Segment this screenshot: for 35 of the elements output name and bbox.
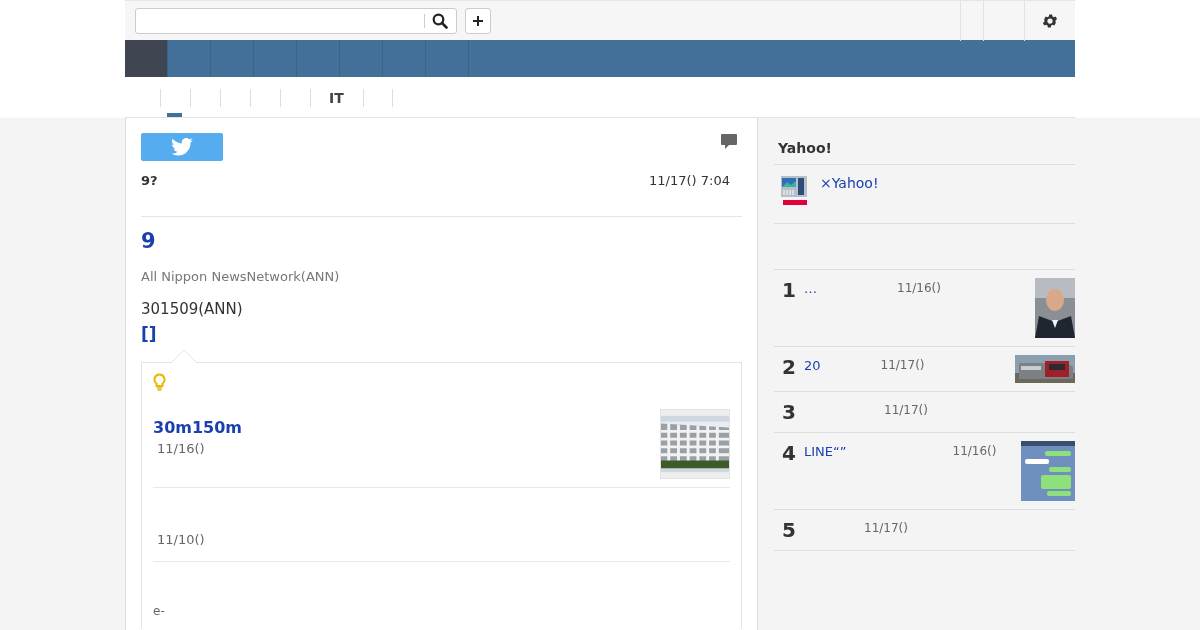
article-body: 301509(ANN): [141, 300, 244, 318]
ranking-date: 11/17(): [864, 521, 908, 535]
tweet-button[interactable]: [141, 133, 223, 161]
article-headline: 9: [141, 229, 157, 253]
ranking-date: 11/16(): [897, 281, 941, 295]
ranking-date: 11/16(): [952, 444, 997, 458]
related-date: 11/10(): [157, 532, 206, 547]
app-icon: [780, 175, 810, 207]
ranking-title[interactable]: …: [804, 281, 817, 296]
publish-time: 11/17() 7:04: [649, 173, 730, 188]
ranking-title[interactable]: 20: [804, 358, 821, 373]
comment-icon[interactable]: [720, 133, 738, 150]
promo-link[interactable]: ×Yahoo!: [820, 175, 879, 207]
related-snippet: e-: [153, 604, 166, 618]
related-title[interactable]: 30m150m: [153, 418, 660, 437]
rank-number: 4: [782, 441, 797, 465]
related-date: 11/16(): [157, 441, 206, 456]
bird-icon: [171, 138, 193, 156]
add-button[interactable]: [465, 7, 491, 34]
article-kicker: 9?: [141, 173, 158, 188]
ranking-date: 11/17(): [884, 403, 928, 417]
source-name: All Nippon NewsNetwork(ANN): [141, 269, 341, 284]
search-icon[interactable]: [432, 12, 448, 29]
search-field[interactable]: [135, 7, 457, 34]
lightbulb-icon: [153, 373, 166, 391]
rank-number: 2: [782, 355, 797, 379]
ranking-title[interactable]: LINE“”: [804, 444, 847, 459]
plus-icon: [472, 14, 484, 27]
rank-number: 1: [782, 278, 797, 302]
more-link[interactable]: []: [141, 324, 157, 344]
sidebar-heading: Yahoo!: [774, 118, 1075, 165]
rank-number: 3: [782, 400, 797, 424]
ranking-date: 11/17(): [880, 358, 925, 372]
rank-number: 5: [782, 518, 797, 542]
settings-icon[interactable]: [1041, 11, 1059, 30]
